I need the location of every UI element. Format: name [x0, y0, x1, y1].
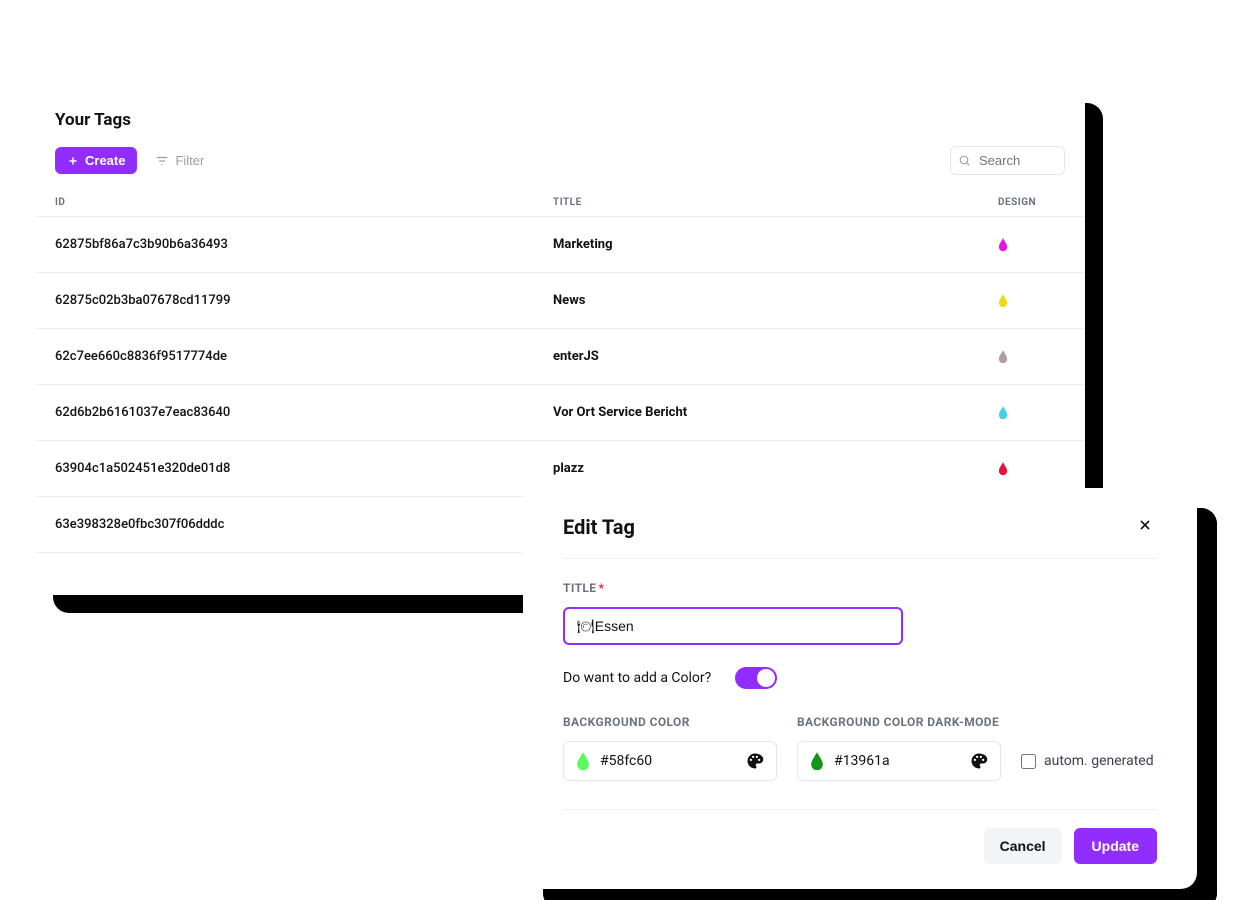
- color-question-row: Do want to add a Color?: [563, 667, 1157, 689]
- modal-header: Edit Tag: [563, 513, 1157, 559]
- modal-title: Edit Tag: [563, 515, 635, 539]
- bg-color-value: #58fc60: [600, 753, 652, 769]
- filter-button[interactable]: Filter: [155, 153, 204, 168]
- row-design: [998, 350, 1065, 363]
- row-id: 63904c1a502451e320de01d8: [55, 461, 553, 476]
- autogen-label: autom. generated: [1044, 753, 1154, 769]
- col-title: TITLE: [553, 197, 998, 208]
- close-icon: [1137, 517, 1153, 533]
- bg-color-label: BACKGROUND COLOR: [563, 715, 777, 729]
- row-id: 62875bf86a7c3b90b6a36493: [55, 237, 553, 252]
- drop-icon: [998, 294, 1008, 307]
- required-indicator: *: [598, 581, 604, 595]
- drop-icon: [998, 406, 1008, 419]
- edit-tag-modal: Edit Tag TITLE* Do want to add a Color? …: [523, 488, 1197, 889]
- bg-dark-color-value: #13961a: [834, 753, 890, 769]
- color-row: BACKGROUND COLOR #58fc60 BACKGROUND COLO…: [563, 715, 1157, 781]
- palette-icon[interactable]: [746, 752, 764, 770]
- table-header: ID TITLE DESIGN: [35, 189, 1085, 217]
- bg-color-input[interactable]: #58fc60: [563, 741, 777, 781]
- row-title: News: [553, 293, 998, 308]
- page-title: Your Tags: [35, 105, 1085, 146]
- row-id: 62c7ee660c8836f9517774de: [55, 349, 553, 364]
- drop-icon: [810, 752, 824, 770]
- create-button-label: Create: [85, 153, 125, 168]
- title-input[interactable]: [563, 607, 903, 645]
- table-row[interactable]: 62875c02b3ba07678cd11799 News: [35, 273, 1085, 329]
- autogen-checkbox[interactable]: [1021, 754, 1036, 769]
- row-title: enterJS: [553, 349, 998, 364]
- row-id: 62875c02b3ba07678cd11799: [55, 293, 553, 308]
- add-color-toggle[interactable]: [735, 667, 777, 689]
- table-row[interactable]: 62875bf86a7c3b90b6a36493 Marketing: [35, 217, 1085, 273]
- drop-icon: [998, 462, 1008, 475]
- title-label-text: TITLE: [563, 581, 596, 595]
- row-design: [998, 406, 1065, 419]
- row-id: 62d6b2b6161037e7eac83640: [55, 405, 553, 420]
- palette-icon[interactable]: [970, 752, 988, 770]
- filter-icon: [155, 154, 169, 168]
- cancel-button[interactable]: Cancel: [984, 828, 1062, 864]
- search-wrap: [950, 146, 1065, 175]
- bg-dark-color-label: BACKGROUND COLOR DARK-MODE: [797, 715, 1001, 729]
- bg-dark-color-input[interactable]: #13961a: [797, 741, 1001, 781]
- col-design: DESIGN: [998, 197, 1065, 208]
- row-design: [998, 462, 1065, 475]
- autogen-checkbox-wrap[interactable]: autom. generated: [1021, 753, 1154, 781]
- drop-icon: [998, 238, 1008, 251]
- bg-dark-color-group: BACKGROUND COLOR DARK-MODE #13961a: [797, 715, 1001, 781]
- close-button[interactable]: [1133, 513, 1157, 540]
- drop-icon: [998, 350, 1008, 363]
- filter-button-label: Filter: [175, 153, 204, 168]
- row-title: plazz: [553, 461, 998, 476]
- toolbar-left: Create Filter: [55, 147, 204, 174]
- plus-icon: [67, 155, 79, 167]
- bg-color-group: BACKGROUND COLOR #58fc60: [563, 715, 777, 781]
- row-design: [998, 294, 1065, 307]
- search-icon: [958, 154, 971, 167]
- row-id: 63e398328e0fbc307f06dddc: [55, 517, 553, 532]
- modal-body: TITLE* Do want to add a Color? BACKGROUN…: [563, 559, 1157, 781]
- drop-icon: [576, 752, 590, 770]
- col-id: ID: [55, 197, 553, 208]
- modal-footer: Cancel Update: [563, 809, 1157, 864]
- toolbar: Create Filter: [35, 146, 1085, 189]
- row-design: [998, 238, 1065, 251]
- row-title: Marketing: [553, 237, 998, 252]
- row-title: Vor Ort Service Bericht: [553, 405, 998, 420]
- update-button[interactable]: Update: [1074, 828, 1157, 864]
- create-button[interactable]: Create: [55, 147, 137, 174]
- table-row[interactable]: 62c7ee660c8836f9517774de enterJS: [35, 329, 1085, 385]
- table-row[interactable]: 62d6b2b6161037e7eac83640 Vor Ort Service…: [35, 385, 1085, 441]
- title-field-label: TITLE*: [563, 581, 1157, 595]
- color-question-text: Do want to add a Color?: [563, 670, 711, 686]
